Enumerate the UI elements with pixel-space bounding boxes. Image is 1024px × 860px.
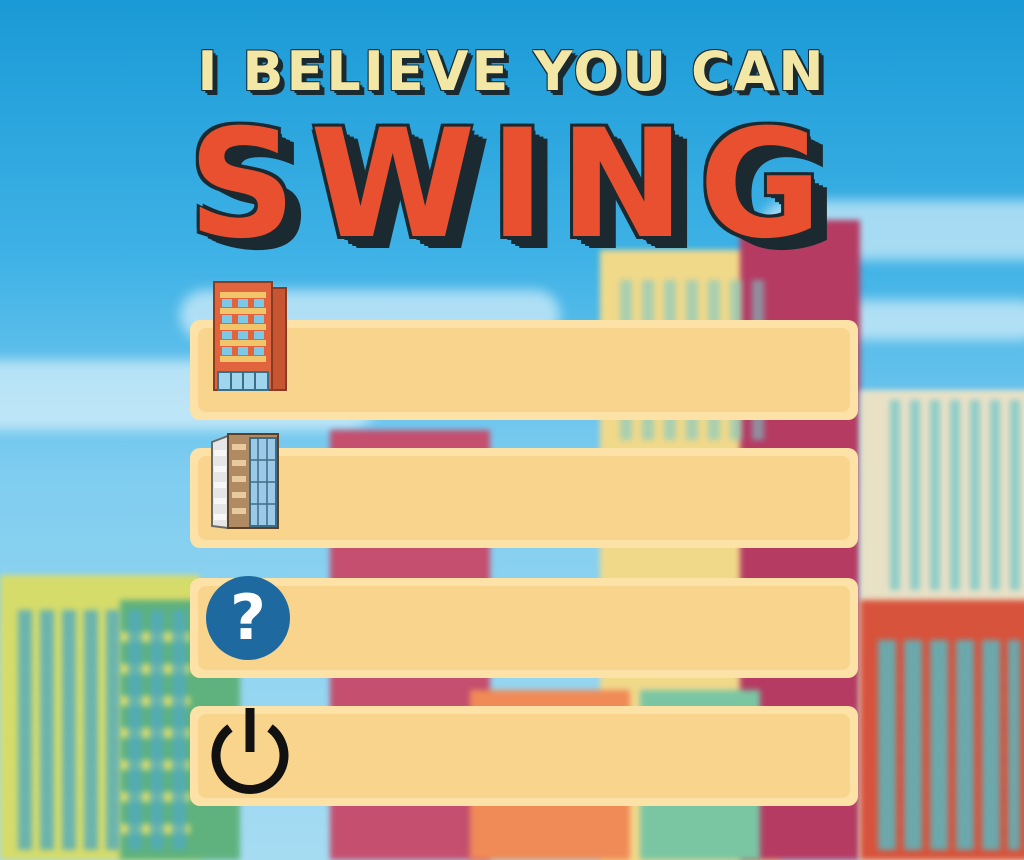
- menu-button-play[interactable]: [190, 281, 858, 420]
- menu-button-quit[interactable]: [190, 706, 858, 806]
- menu-button-label: [198, 328, 850, 412]
- building-orange-icon: [206, 278, 290, 406]
- menu-button-label: [198, 456, 850, 540]
- menu-button-help[interactable]: ?: [190, 576, 858, 678]
- power-icon: [206, 706, 294, 802]
- menu-button-levels[interactable]: [190, 433, 858, 548]
- building-windows: [870, 640, 1020, 850]
- help-icon-glyph: ?: [206, 576, 290, 660]
- building-windows: [880, 400, 1020, 590]
- help-icon: ?: [206, 576, 290, 660]
- game-title-line1: I BELIEVE YOU CAN: [197, 40, 827, 103]
- menu-button-label: [198, 714, 850, 798]
- game-title-logo: SWING: [188, 98, 836, 272]
- menu-button-label: [198, 586, 850, 670]
- building-glass-icon: [206, 430, 290, 538]
- building-windows: [10, 610, 190, 850]
